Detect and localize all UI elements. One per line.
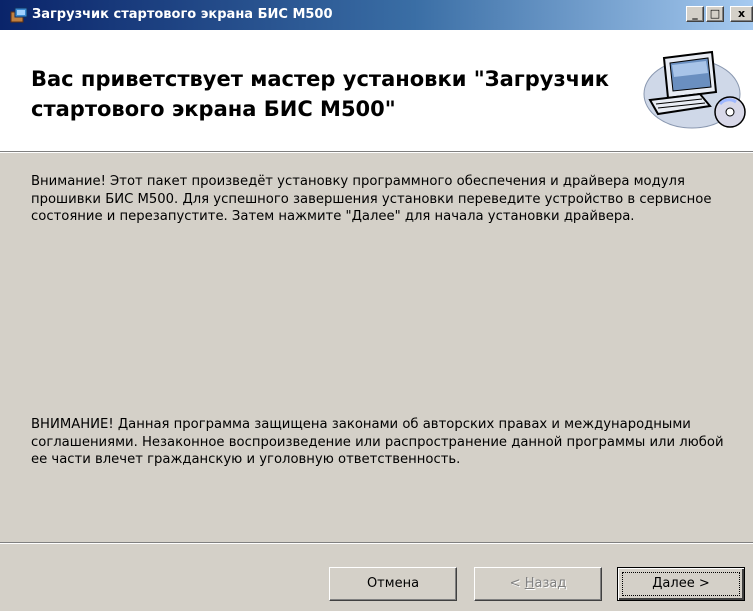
minimize-button[interactable]: _ [686, 6, 704, 22]
computer-setup-icon [643, 50, 746, 129]
back-label-rest: азад [534, 576, 567, 591]
maximize-button[interactable]: □ [706, 6, 724, 22]
back-prefix: < [509, 576, 525, 591]
cancel-button[interactable]: Отмена [329, 567, 457, 601]
header-divider [0, 152, 753, 153]
next-hotkey: Д [652, 576, 663, 591]
install-notice: Внимание! Этот пакет произведёт установк… [31, 174, 712, 224]
copyright-notice: ВНИМАНИЕ! Данная программа защищена зако… [31, 417, 724, 467]
footer-divider-highlight [0, 543, 753, 544]
wizard-header: Вас приветствует мастер установки "Загру… [0, 30, 753, 152]
title-bar[interactable]: Загрузчик стартового экрана БИС М500 _ □… [0, 0, 753, 30]
close-button[interactable]: x [730, 6, 753, 22]
window-title: Загрузчик стартового экрана БИС М500 [32, 7, 333, 22]
next-button[interactable]: Далее > [617, 567, 745, 601]
page-title: Вас приветствует мастер установки "Загру… [31, 67, 610, 121]
installer-icon [10, 7, 28, 23]
back-button[interactable]: < Назад [474, 567, 602, 601]
next-label-rest: алее > [662, 576, 710, 591]
